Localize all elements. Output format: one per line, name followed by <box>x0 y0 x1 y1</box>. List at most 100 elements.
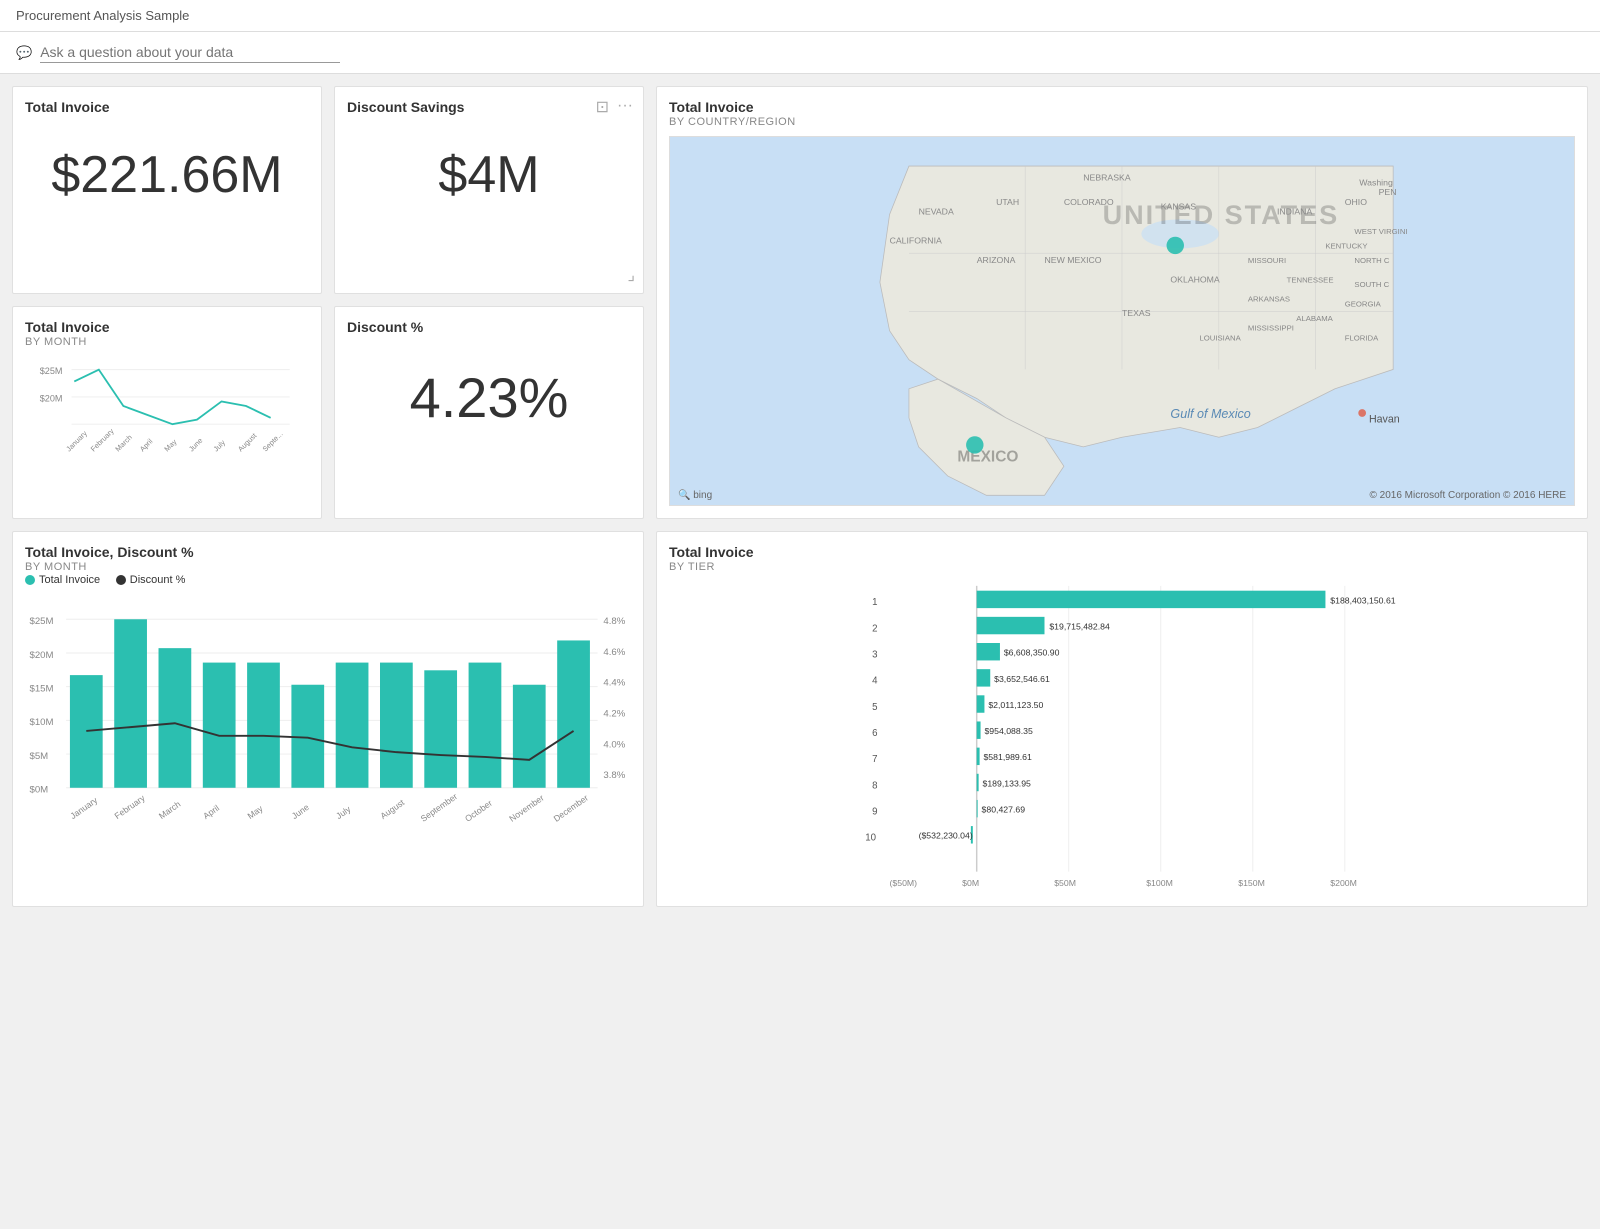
svg-text:COLORADO: COLORADO <box>1064 197 1114 207</box>
svg-text:7: 7 <box>872 754 877 765</box>
svg-text:$6,608,350.90: $6,608,350.90 <box>1004 648 1060 658</box>
svg-text:July: July <box>211 438 227 454</box>
combo-chart-subtitle: BY MONTH <box>25 561 631 573</box>
svg-text:OHIO: OHIO <box>1345 197 1367 207</box>
svg-text:MISSISSIPPI: MISSISSIPPI <box>1248 324 1294 333</box>
svg-text:$189,133.95: $189,133.95 <box>983 778 1032 788</box>
map-container[interactable]: UNITED STATES NEVADA UTAH COLORADO KANSA… <box>669 136 1575 506</box>
card-icons: ⊡ ··· <box>596 97 633 117</box>
svg-text:$19,715,482.84: $19,715,482.84 <box>1049 621 1110 631</box>
svg-text:LOUISIANA: LOUISIANA <box>1199 333 1241 342</box>
map-title: Total Invoice <box>669 99 1575 115</box>
svg-text:May: May <box>245 803 265 821</box>
bing-logo: 🔍 bing <box>678 490 712 501</box>
tier-bar-chart: ($50M) $0M $50M $100M $150M $200M 1 $188… <box>669 581 1575 891</box>
svg-text:$954,088.35: $954,088.35 <box>984 726 1033 736</box>
svg-text:4.2%: 4.2% <box>603 709 625 720</box>
combo-bar-line-chart: $25M $20M $15M $10M $5M $0M 4.8% 4.6% 4.… <box>25 600 631 860</box>
svg-text:4.4%: 4.4% <box>603 678 625 689</box>
svg-text:TENNESSEE: TENNESSEE <box>1287 275 1334 284</box>
discount-pct-card: Discount % 4.23% <box>334 306 644 519</box>
chart-legend: Total Invoice Discount % <box>25 573 631 588</box>
svg-text:January: January <box>64 429 89 454</box>
legend-dot-teal <box>25 575 35 585</box>
svg-text:Gulf of Mexico: Gulf of Mexico <box>1170 407 1250 421</box>
discount-savings-card: Discount Savings ⊡ ··· $4M ⌟ <box>334 86 644 294</box>
dashboard: Total Invoice $221.66M Discount Savings … <box>0 74 1600 919</box>
total-invoice-title: Total Invoice <box>25 99 309 115</box>
svg-text:August: August <box>236 431 258 453</box>
svg-text:Havan: Havan <box>1369 414 1400 426</box>
more-icon[interactable]: ··· <box>617 97 633 117</box>
svg-text:August: August <box>378 797 406 821</box>
legend-label-total: Total Invoice <box>39 574 100 586</box>
svg-text:KANSAS: KANSAS <box>1161 202 1197 212</box>
svg-text:$200M: $200M <box>1330 878 1357 888</box>
qa-input[interactable] <box>40 42 340 63</box>
map-svg: UNITED STATES NEVADA UTAH COLORADO KANSA… <box>670 137 1574 505</box>
resize-handle: ⌟ <box>628 265 636 285</box>
svg-text:OKLAHOMA: OKLAHOMA <box>1170 274 1220 284</box>
mini-line-chart: $25M $20M January February March April M… <box>25 356 309 456</box>
map-card: Total Invoice BY COUNTRY/REGION <box>656 86 1588 519</box>
svg-text:$80,427.69: $80,427.69 <box>982 805 1026 815</box>
map-copyright: © 2016 Microsoft Corporation © 2016 HERE <box>1370 490 1567 501</box>
svg-text:4.6%: 4.6% <box>603 647 625 658</box>
svg-text:Septe...: Septe... <box>261 429 285 453</box>
legend-label-discount: Discount % <box>130 574 186 586</box>
svg-text:$10M: $10M <box>29 717 53 728</box>
svg-text:($532,230.04): ($532,230.04) <box>919 831 973 841</box>
svg-text:May: May <box>162 437 178 453</box>
invoice-month-card: Total Invoice BY MONTH $25M $20M January… <box>12 306 322 519</box>
svg-text:($50M): ($50M) <box>890 878 918 888</box>
app-header: Procurement Analysis Sample <box>0 0 1600 32</box>
invoice-month-title: Total Invoice <box>25 319 309 335</box>
svg-text:9: 9 <box>872 806 877 817</box>
total-invoice-card: Total Invoice $221.66M <box>12 86 322 294</box>
svg-text:$3,652,546.61: $3,652,546.61 <box>994 674 1050 684</box>
app-title: Procurement Analysis Sample <box>16 8 189 23</box>
svg-text:$188,403,150.61: $188,403,150.61 <box>1330 595 1395 605</box>
svg-text:6: 6 <box>872 728 877 739</box>
svg-text:UTAH: UTAH <box>996 197 1019 207</box>
total-invoice-value: $221.66M <box>25 115 309 235</box>
combo-chart-card: Total Invoice, Discount % BY MONTH Total… <box>12 531 644 907</box>
svg-text:ALABAMA: ALABAMA <box>1296 314 1333 323</box>
qa-icon: 💬 <box>16 45 32 61</box>
discount-pct-title: Discount % <box>347 319 631 335</box>
svg-text:INDIANA: INDIANA <box>1277 206 1312 216</box>
svg-text:GEORGIA: GEORGIA <box>1345 299 1382 308</box>
svg-text:January: January <box>68 795 100 821</box>
svg-text:8: 8 <box>872 780 877 791</box>
svg-text:February: February <box>113 793 148 821</box>
svg-text:NORTH C: NORTH C <box>1354 256 1390 265</box>
svg-text:MEXICO: MEXICO <box>957 448 1018 465</box>
svg-text:November: November <box>507 793 546 824</box>
svg-text:MISSOURI: MISSOURI <box>1248 256 1286 265</box>
svg-text:February: February <box>89 426 116 453</box>
svg-text:4.0%: 4.0% <box>603 739 625 750</box>
svg-text:April: April <box>201 803 221 821</box>
svg-text:$150M: $150M <box>1238 878 1265 888</box>
svg-text:TEXAS: TEXAS <box>1122 308 1151 318</box>
map-subtitle: BY COUNTRY/REGION <box>669 116 1575 128</box>
svg-text:Washing: Washing <box>1359 177 1393 187</box>
svg-text:10: 10 <box>865 833 876 844</box>
legend-discount-pct: Discount % <box>116 574 186 586</box>
qa-bar: 💬 <box>0 32 1600 74</box>
svg-text:1: 1 <box>872 597 877 608</box>
expand-icon[interactable]: ⊡ <box>596 97 609 117</box>
svg-text:March: March <box>157 799 183 821</box>
svg-text:ARKANSAS: ARKANSAS <box>1248 295 1290 304</box>
tier-chart-card: Total Invoice BY TIER ($50M) $0M $50M $1… <box>656 531 1588 907</box>
svg-text:$5M: $5M <box>29 751 48 762</box>
svg-text:2: 2 <box>872 623 877 634</box>
svg-text:ARIZONA: ARIZONA <box>977 255 1016 265</box>
svg-text:3: 3 <box>872 650 877 661</box>
svg-text:4.8%: 4.8% <box>603 616 625 627</box>
legend-total-invoice: Total Invoice <box>25 574 100 586</box>
svg-text:April: April <box>138 437 155 454</box>
svg-text:$100M: $100M <box>1146 878 1173 888</box>
svg-text:June: June <box>187 436 205 454</box>
combo-chart-title: Total Invoice, Discount % <box>25 544 631 560</box>
